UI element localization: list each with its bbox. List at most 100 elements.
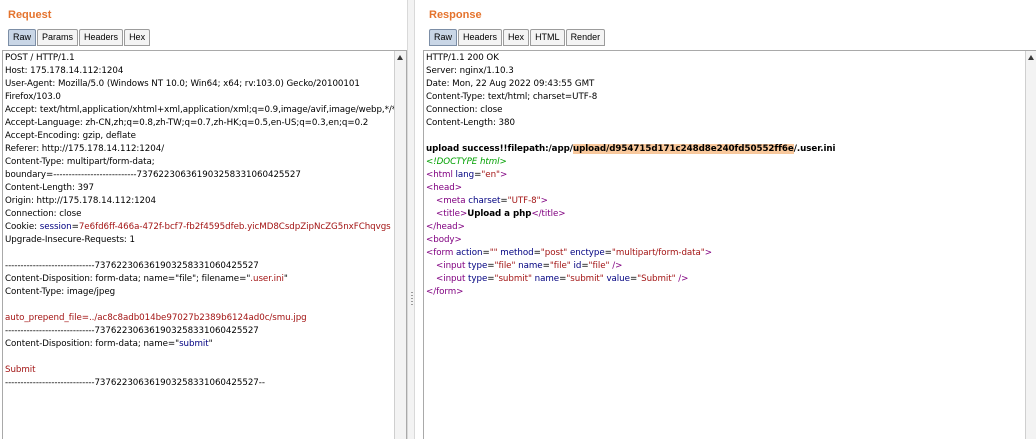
- request-line: Origin: http://175.178.14.112:1204: [5, 196, 156, 206]
- head-close-line: </head>: [426, 222, 465, 232]
- tag: <input: [436, 274, 469, 284]
- tag: <html: [426, 170, 456, 180]
- attr-value: "submit": [566, 274, 604, 284]
- response-text[interactable]: HTTP/1.1 200 OK Server: nginx/1.10.3 Dat…: [426, 52, 1024, 299]
- upload-result-suffix: /.user.ini: [793, 144, 836, 154]
- attr-value: "en": [481, 170, 500, 180]
- scroll-up-arrow-icon[interactable]: [1028, 55, 1034, 60]
- response-tab-html[interactable]: HTML: [530, 29, 565, 46]
- request-tab-hex[interactable]: Hex: [124, 29, 151, 46]
- meta-line: <meta charset="UTF-8">: [426, 195, 1024, 208]
- request-line: boundary=---------------------------7376…: [5, 170, 301, 180]
- attr-value: "file": [549, 261, 571, 271]
- attr: id: [570, 261, 582, 271]
- attr-value: "": [489, 248, 498, 258]
- tag-close: >: [704, 248, 712, 258]
- request-line: [5, 247, 393, 260]
- tag-close: >: [499, 170, 508, 180]
- cookie-value: 7e6fd6ff-466a-472f-bcf7-fb2f4595dfeb.yic…: [78, 222, 391, 232]
- response-editor[interactable]: HTTP/1.1 200 OK Server: nginx/1.10.3 Dat…: [423, 50, 1036, 439]
- request-line: Content-Type: multipart/form-data;: [5, 157, 155, 167]
- tag: <input: [436, 261, 469, 271]
- filename-value: .user.ini: [250, 274, 284, 284]
- scroll-up-arrow-icon[interactable]: [397, 55, 403, 60]
- request-line: Content-Length: 397: [5, 183, 94, 193]
- request-line: Accept: text/html,application/xhtml+xml,…: [5, 105, 407, 115]
- request-line: Firefox/103.0: [5, 92, 61, 102]
- payload-line: auto_prepend_file=../ac8c8adb014be97027b…: [5, 313, 307, 323]
- request-tab-headers[interactable]: Headers: [79, 29, 124, 46]
- request-tabs: Raw Params Headers Hex: [8, 29, 151, 46]
- request-line: POST / HTTP/1.1: [5, 53, 75, 63]
- html-tag-line: <html lang="en">: [426, 169, 1024, 182]
- attr: type: [468, 261, 488, 271]
- attr-value: "Submit": [637, 274, 676, 284]
- boundary-end-line: -----------------------------73762230636…: [5, 378, 265, 388]
- attr-value: "post": [540, 248, 568, 258]
- request-pane: Request Raw Params Headers Hex POST / HT…: [0, 0, 407, 439]
- input-submit-line: <input type="submit" name="submit" value…: [426, 273, 1024, 286]
- request-tab-params[interactable]: Params: [37, 29, 79, 46]
- attr-value: "file": [494, 261, 516, 271]
- request-line: Upgrade-Insecure-Requests: 1: [5, 235, 135, 245]
- response-scrollbar[interactable]: [1025, 51, 1036, 439]
- eq: =: [604, 248, 612, 258]
- boundary-line: -----------------------------73762230636…: [5, 261, 259, 271]
- request-line: User-Agent: Mozilla/5.0 (Windows NT 10.0…: [5, 79, 360, 89]
- disposition-text: Content-Disposition: form-data; name=": [5, 339, 180, 349]
- eq: =: [482, 248, 490, 258]
- eq: =: [581, 261, 589, 271]
- tag: <title>: [436, 209, 468, 219]
- request-line: Connection: close: [5, 209, 82, 219]
- response-tab-render[interactable]: Render: [565, 29, 606, 46]
- response-line: [426, 130, 1024, 143]
- request-tab-raw[interactable]: Raw: [8, 29, 37, 46]
- tag: <form: [426, 248, 456, 258]
- response-line: Date: Mon, 22 Aug 2022 09:43:55 GMT: [426, 79, 595, 89]
- attr: action: [456, 248, 483, 258]
- tag-close: </title>: [531, 209, 566, 219]
- attr-value: "multipart/form-data": [611, 248, 705, 258]
- doctype-line: <!DOCTYPE html>: [426, 157, 507, 167]
- disposition-line: Content-Disposition: form-data; name="fi…: [5, 273, 393, 286]
- form-line: <form action="" method="post" enctype="m…: [426, 247, 1024, 260]
- cookie-line: Cookie: session=7e6fd6ff-466a-472f-bcf7-…: [5, 221, 393, 234]
- response-tab-raw[interactable]: Raw: [429, 29, 458, 46]
- title-line: <title>Upload a php</title>: [426, 208, 1024, 221]
- attr: name: [515, 261, 543, 271]
- pane-splitter[interactable]: [407, 0, 415, 439]
- form-close-line: </form>: [426, 287, 464, 297]
- response-line: HTTP/1.1 200 OK: [426, 53, 499, 63]
- response-tab-headers[interactable]: Headers: [458, 29, 503, 46]
- cookie-key: Cookie:: [5, 222, 40, 232]
- cookie-eq: =: [71, 222, 79, 232]
- response-line: Content-Length: 380: [426, 118, 515, 128]
- attr-value: "submit": [494, 274, 532, 284]
- response-tab-hex[interactable]: Hex: [503, 29, 530, 46]
- splitter-grip-icon[interactable]: [411, 292, 413, 306]
- disposition-quote: ": [208, 339, 213, 349]
- title-text: Upload a php: [467, 209, 532, 219]
- attr: charset: [468, 196, 501, 206]
- tag: <meta: [436, 196, 469, 206]
- submit-value-line: Submit: [5, 365, 36, 375]
- attr: name: [531, 274, 560, 284]
- eq: =: [533, 248, 541, 258]
- response-line: Server: nginx/1.10.3: [426, 66, 514, 76]
- response-line: Connection: close: [426, 105, 503, 115]
- request-line: Host: 175.178.14.112:1204: [5, 66, 124, 76]
- disposition-text: Content-Disposition: form-data; name="fi…: [5, 274, 251, 284]
- request-scrollbar[interactable]: [394, 51, 406, 439]
- response-tabs: Raw Headers Hex HTML Render: [429, 29, 606, 46]
- body-open-line: <body>: [426, 235, 462, 245]
- response-line: Content-Type: text/html; charset=UTF-8: [426, 92, 598, 102]
- request-line: [5, 299, 393, 312]
- disposition-line: Content-Disposition: form-data; name="su…: [5, 338, 393, 351]
- eq: =: [487, 274, 495, 284]
- response-title: Response: [429, 9, 482, 21]
- request-text[interactable]: POST / HTTP/1.1 Host: 175.178.14.112:120…: [5, 52, 407, 390]
- disposition-quote: ": [283, 274, 288, 284]
- request-editor[interactable]: POST / HTTP/1.1 Host: 175.178.14.112:120…: [2, 50, 407, 439]
- attr: value: [603, 274, 630, 284]
- upload-result-line: upload success!!filepath:/app/upload/d95…: [426, 143, 1024, 156]
